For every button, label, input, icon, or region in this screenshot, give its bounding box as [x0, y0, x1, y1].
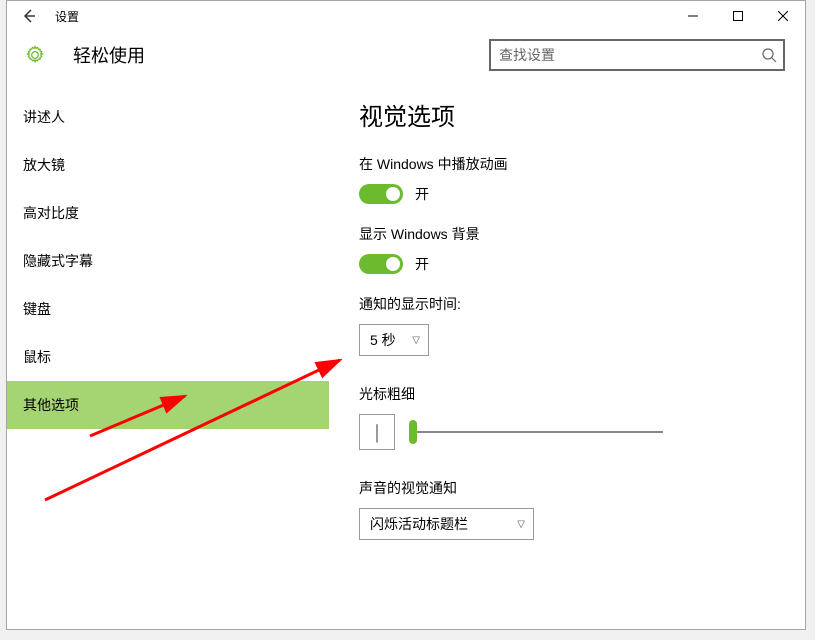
cursor-row: | — [359, 414, 775, 450]
background-status: 开 — [415, 254, 429, 274]
sidebar-item-label: 高对比度 — [23, 203, 79, 223]
sound-visual-label: 声音的视觉通知 — [359, 478, 775, 498]
chevron-down-icon: ▽ — [517, 519, 525, 530]
sidebar-item-narrator[interactable]: 讲述人 — [7, 93, 329, 141]
toggle-knob — [386, 257, 400, 271]
slider-track — [413, 431, 663, 433]
content: 讲述人 放大镜 高对比度 隐藏式字幕 键盘 鼠标 其他选项 视觉选项 在 Win… — [7, 79, 805, 629]
close-icon — [778, 11, 788, 21]
search-icon — [761, 47, 777, 63]
background-label: 显示 Windows 背景 — [359, 224, 775, 244]
sidebar-item-label: 其他选项 — [23, 395, 79, 415]
sidebar-item-mouse[interactable]: 鼠标 — [7, 333, 329, 381]
slider-thumb[interactable] — [409, 420, 417, 444]
sidebar-item-label: 鼠标 — [23, 347, 51, 367]
animate-toggle-row: 开 — [359, 184, 775, 204]
page-title: 视觉选项 — [359, 97, 775, 132]
chevron-down-icon: ▽ — [412, 335, 420, 346]
sidebar-item-label: 键盘 — [23, 299, 51, 319]
sound-visual-combo[interactable]: 闪烁活动标题栏 ▽ — [359, 508, 534, 540]
search-input[interactable] — [499, 47, 761, 63]
window-controls — [670, 1, 805, 31]
sidebar-item-magnifier[interactable]: 放大镜 — [7, 141, 329, 189]
maximize-button[interactable] — [715, 1, 760, 31]
notify-time-value: 5 秒 — [370, 330, 396, 350]
header: 轻松使用 — [7, 31, 805, 79]
background-toggle[interactable] — [359, 254, 403, 274]
animate-status: 开 — [415, 184, 429, 204]
back-button[interactable] — [7, 1, 51, 31]
titlebar: 设置 — [7, 1, 805, 31]
notify-time-combo[interactable]: 5 秒 ▽ — [359, 324, 429, 356]
sidebar-item-high-contrast[interactable]: 高对比度 — [7, 189, 329, 237]
toggle-knob — [386, 187, 400, 201]
close-button[interactable] — [760, 1, 805, 31]
maximize-icon — [733, 11, 743, 21]
arrow-left-icon — [21, 8, 37, 24]
cursor-preview: | — [359, 414, 395, 450]
main-panel: 视觉选项 在 Windows 中播放动画 开 显示 Windows 背景 开 通… — [329, 79, 805, 629]
minimize-button[interactable] — [670, 1, 715, 31]
sidebar: 讲述人 放大镜 高对比度 隐藏式字幕 键盘 鼠标 其他选项 — [7, 79, 329, 629]
minimize-icon — [688, 11, 698, 21]
gear-icon — [25, 45, 45, 65]
background-toggle-row: 开 — [359, 254, 775, 274]
cursor-thickness-slider[interactable] — [413, 422, 663, 442]
notify-time-label: 通知的显示时间: — [359, 294, 775, 314]
settings-window: 设置 轻松使用 讲述人 放大镜 高对比度 隐藏式字幕 键盘 鼠标 其他选项 视觉… — [6, 0, 806, 630]
sidebar-item-keyboard[interactable]: 键盘 — [7, 285, 329, 333]
sidebar-item-label: 隐藏式字幕 — [23, 251, 93, 271]
search-box[interactable] — [489, 39, 785, 71]
sidebar-item-label: 放大镜 — [23, 155, 65, 175]
sound-visual-value: 闪烁活动标题栏 — [370, 514, 468, 534]
sidebar-item-other-options[interactable]: 其他选项 — [7, 381, 329, 429]
sidebar-item-closed-captions[interactable]: 隐藏式字幕 — [7, 237, 329, 285]
animate-label: 在 Windows 中播放动画 — [359, 154, 775, 174]
cursor-label: 光标粗细 — [359, 384, 775, 404]
titlebar-label: 设置 — [55, 8, 79, 25]
animate-toggle[interactable] — [359, 184, 403, 204]
sidebar-item-label: 讲述人 — [23, 107, 65, 127]
app-title: 轻松使用 — [73, 42, 145, 68]
